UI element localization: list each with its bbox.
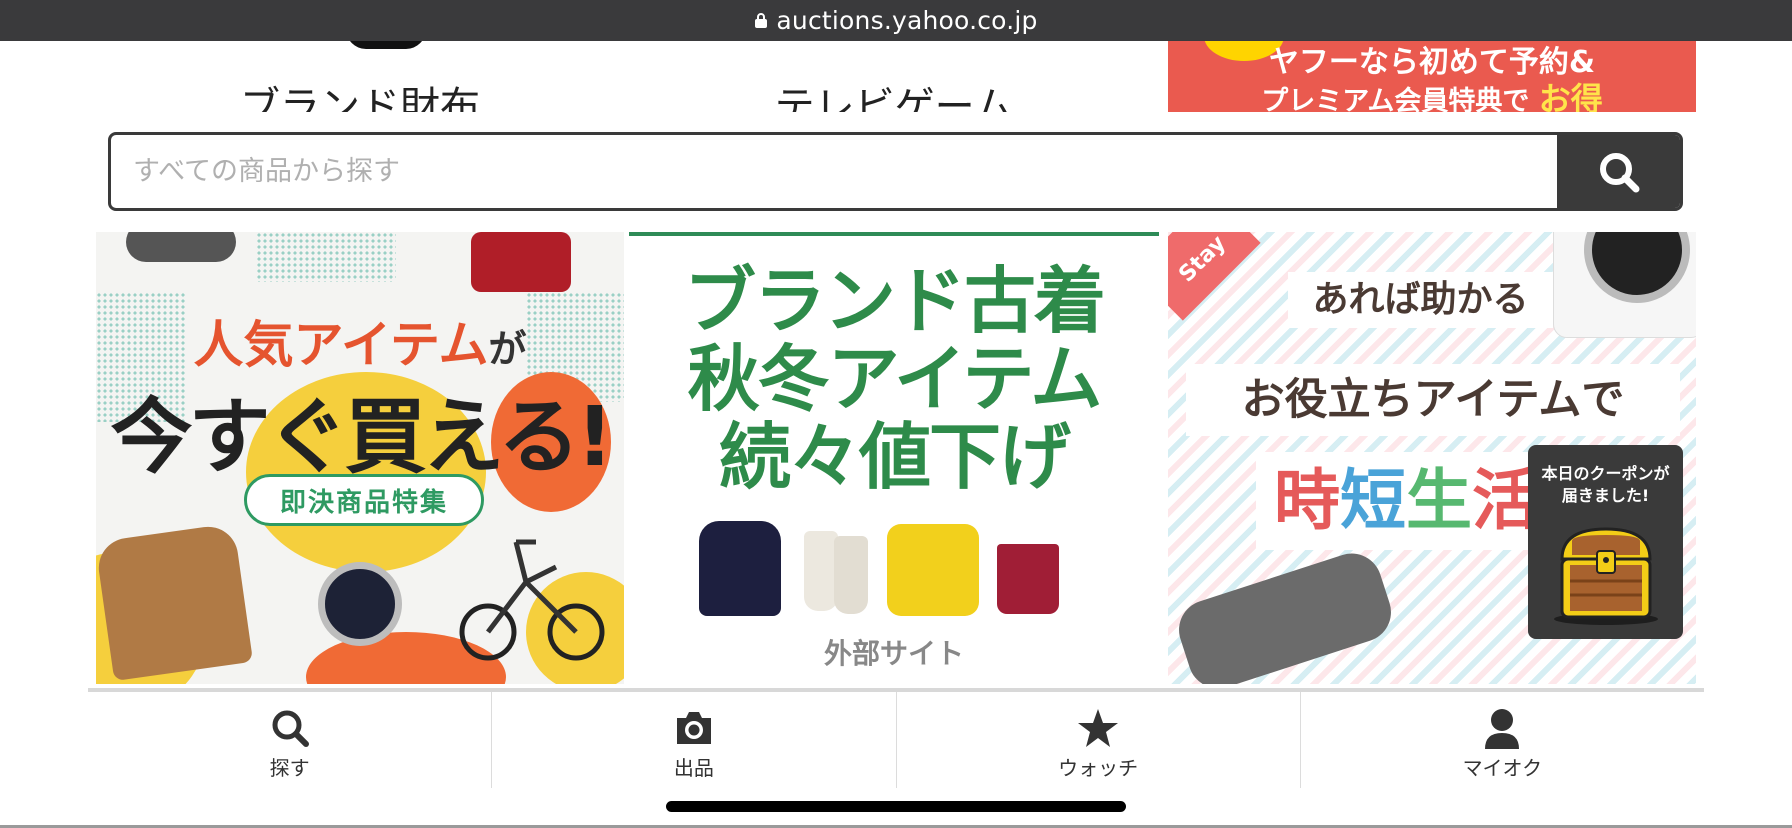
nav-search[interactable]: 探す — [88, 692, 493, 788]
category-label: テレビゲーム — [774, 84, 1014, 112]
instant-buy-pill: 即決商品特集 — [244, 474, 484, 526]
feature-banners: 人気アイテムが 今すぐ買える! 即決商品特集 ブランド古着 秋冬アイテム 続々値… — [88, 232, 1704, 692]
category-tile-brand-wallet[interactable]: ブランド財布 — [96, 41, 624, 112]
sweater-image — [96, 522, 254, 682]
banner-decoration — [256, 232, 396, 282]
tote-bag-image — [997, 544, 1059, 614]
treasure-chest-icon — [1553, 527, 1658, 625]
person-icon — [1485, 709, 1520, 749]
banner-headline: 人気アイテムが — [96, 305, 624, 377]
promo-line2-text: プレミアム会員特典で — [1261, 86, 1530, 112]
category-label: ブランド財布 — [240, 84, 480, 112]
category-tile-video-game[interactable]: テレビゲーム — [629, 41, 1159, 112]
grill-pan-image — [1171, 545, 1399, 684]
banner-brand-used-clothing[interactable]: ブランド古着 秋冬アイテム 続々値下げ 外部サイト — [629, 232, 1159, 684]
title-line2: 秋冬アイテム — [687, 337, 1103, 421]
search-icon — [1599, 152, 1639, 192]
nav-label: 探す — [269, 756, 310, 780]
banner-main-text: 今すぐ買える! — [110, 390, 614, 485]
nav-my-auction[interactable]: マイオク — [1301, 692, 1704, 788]
search-input[interactable] — [111, 135, 1557, 208]
home-indicator[interactable] — [666, 801, 1126, 812]
bag-image — [471, 232, 571, 292]
coupon-notification[interactable]: 本日のクーポンが 届きました! — [1528, 445, 1683, 639]
search-bar — [108, 132, 1683, 211]
washer-image — [1553, 232, 1696, 338]
title-line3: 続々値下げ — [718, 415, 1071, 499]
star-icon — [1078, 709, 1119, 747]
bicycle-image — [459, 539, 605, 661]
nav-label: ウォッチ — [1058, 756, 1139, 780]
search-icon — [272, 710, 309, 747]
banner-line1: あれば助かる — [1288, 272, 1553, 328]
stay-tag: Stay — [1168, 232, 1261, 321]
banner-line3: 時短生活 — [1256, 452, 1556, 550]
jacket-image — [887, 524, 979, 616]
search-button[interactable] — [1557, 135, 1680, 208]
wallet-image — [346, 41, 426, 49]
watch-image — [318, 562, 402, 646]
title-line1: ブランド古着 — [683, 259, 1106, 343]
line3-char: 生 — [1406, 462, 1472, 539]
banner-instant-buy[interactable]: 人気アイテムが 今すぐ買える! 即決商品特集 — [96, 232, 624, 684]
url-text: auctions.yahoo.co.jp — [776, 6, 1038, 35]
boot-image — [804, 531, 838, 611]
promo-banner-premium[interactable]: ヤフーなら初めて予約& プレミアム会員特典で お得 — [1168, 41, 1696, 112]
line3-char: 短 — [1340, 462, 1406, 539]
banner-title: ブランド古着 秋冬アイテム 続々値下げ — [629, 262, 1159, 496]
promo-line2: プレミアム会員特典で お得 — [1168, 74, 1696, 112]
nav-label: 出品 — [673, 756, 714, 780]
top-banner-row: ブランド財布 テレビゲーム ヤフーなら初めて予約& プレミアム会員特典で お得 — [88, 41, 1704, 112]
banner-line2: お役立ちアイテムで — [1186, 364, 1680, 436]
camera-icon — [676, 712, 711, 744]
coupon-line2: 届きました! — [1561, 486, 1650, 505]
promo-highlight: お得 — [1538, 80, 1603, 112]
bottom-navigation: 探す 出品 ウォッチ マイオク — [88, 692, 1704, 788]
shoe-image — [126, 232, 236, 262]
lock-icon — [755, 12, 768, 28]
coupon-text: 本日のクーポンが 届きました! — [1528, 463, 1683, 507]
browser-url-bar[interactable]: auctions.yahoo.co.jp — [0, 0, 1792, 41]
nav-watch[interactable]: ウォッチ — [897, 692, 1301, 788]
cardigan-image — [699, 521, 781, 616]
headline-suffix: が — [488, 327, 527, 371]
coupon-line1: 本日のクーポンが — [1541, 464, 1670, 483]
nav-sell[interactable]: 出品 — [492, 692, 897, 788]
nav-label: マイオク — [1462, 756, 1543, 780]
stay-tag-text: Stay — [1174, 232, 1231, 288]
boot-image — [834, 536, 868, 614]
external-site-label: 外部サイト — [823, 637, 964, 670]
line3-char: 時 — [1274, 462, 1340, 539]
headline-colored: 人気アイテム — [193, 316, 489, 374]
